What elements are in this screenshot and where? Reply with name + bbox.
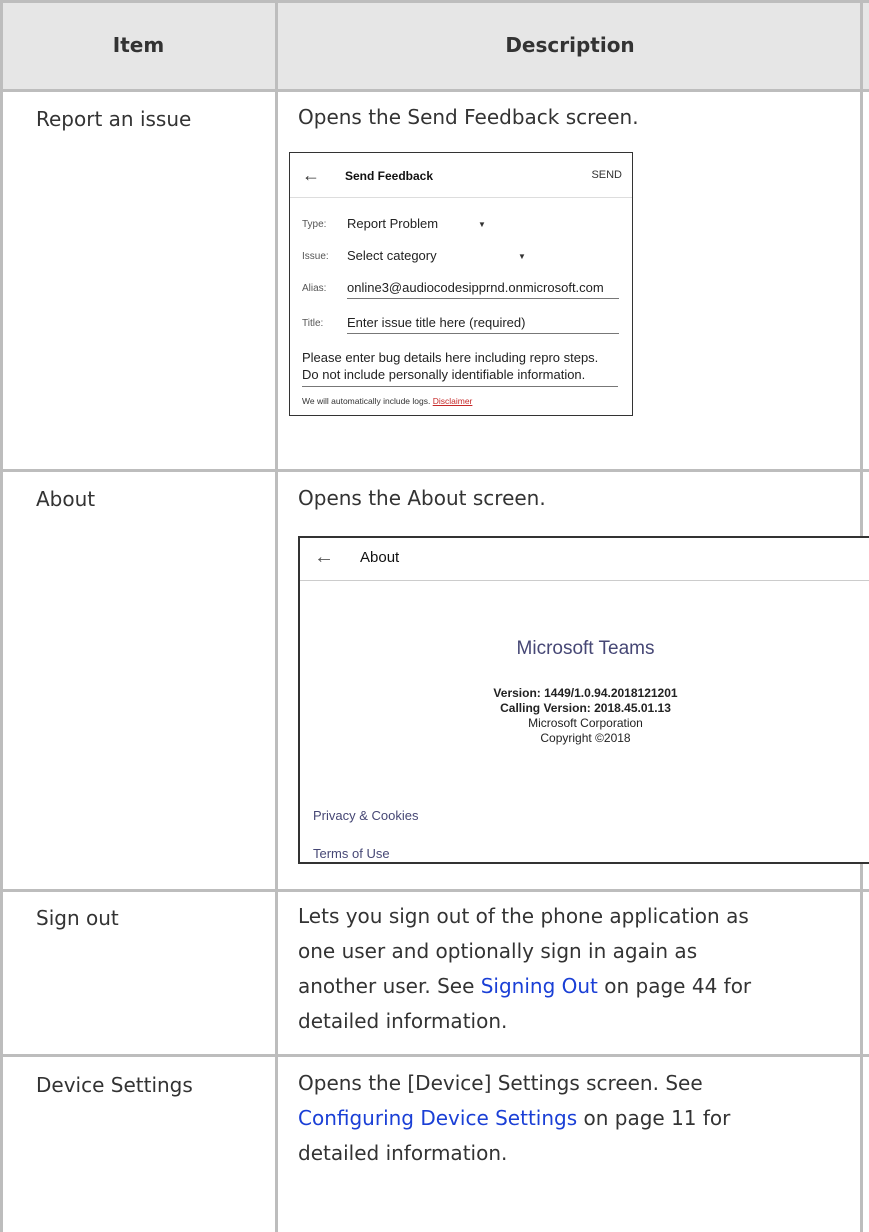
title-placeholder: Enter issue title here (required) <box>347 315 526 330</box>
text-segment: on page 11 for <box>577 1106 731 1130</box>
calling-version: Calling Version: 2018.45.01.13 <box>500 701 671 715</box>
description-line: another user. See Signing Out on page 44… <box>298 969 838 1004</box>
row-divider <box>0 889 869 892</box>
description-line: Opens the [Device] Settings screen. See <box>298 1071 703 1095</box>
text-segment: another user. See <box>298 974 481 998</box>
arrow-left-icon: ← <box>314 546 334 568</box>
version-info: Version: 1449/1.0.94.2018121201 Calling … <box>300 686 869 746</box>
description-sign-out: Lets you sign out of the phone applicati… <box>298 899 838 1039</box>
feedback-title: Send Feedback <box>345 169 434 183</box>
description-device-settings: Opens the [Device] Settings screen. See … <box>298 1066 838 1171</box>
about-screenshot: ← About Microsoft Teams Version: 1449/1.… <box>298 536 869 864</box>
signing-out-link[interactable]: Signing Out <box>481 974 598 998</box>
row-divider <box>0 469 869 472</box>
table-border-left <box>0 0 3 1232</box>
about-title: About <box>360 549 400 566</box>
company: Microsoft Corporation <box>528 716 643 730</box>
settings-table: Item Description Report an issue Opens t… <box>0 0 869 1232</box>
column-divider <box>275 0 278 1232</box>
privacy-link: Privacy & Cookies <box>313 808 419 823</box>
alias-underline <box>347 298 619 299</box>
type-value: Report Problem <box>347 216 439 231</box>
row-divider <box>0 1054 869 1057</box>
chevron-down-icon: ▼ <box>518 252 526 261</box>
about-toolbar: ← About <box>300 538 869 581</box>
send-feedback-screenshot: ← Send Feedback SEND Type: Report Proble… <box>289 152 633 416</box>
description-line: Configuring Device Settings on page 11 f… <box>298 1101 838 1136</box>
details-line: Do not include personally identifiable i… <box>302 367 586 382</box>
item-sign-out: Sign out <box>36 906 119 930</box>
issue-label: Issue: <box>302 251 329 262</box>
configuring-device-settings-link[interactable]: Configuring Device Settings <box>298 1106 577 1130</box>
feedback-toolbar: ← Send Feedback SEND <box>290 153 632 198</box>
item-device-settings: Device Settings <box>36 1073 193 1097</box>
description-line: detailed information. <box>298 1141 508 1165</box>
header-item: Item <box>112 33 165 57</box>
item-report-issue: Report an issue <box>36 107 192 131</box>
description-line: one user and optionally sign in again as <box>298 939 698 963</box>
item-about: About <box>36 487 96 511</box>
issue-value: Select category <box>347 248 437 263</box>
row-divider <box>0 89 869 92</box>
title-underline <box>347 333 619 334</box>
description-line: Lets you sign out of the phone applicati… <box>298 904 749 928</box>
header-description: Description <box>505 33 635 57</box>
chevron-down-icon: ▼ <box>478 220 486 229</box>
alias-label: Alias: <box>302 283 327 294</box>
details-underline <box>302 386 618 387</box>
row-divider <box>0 0 869 3</box>
description-line: detailed information. <box>298 1009 508 1033</box>
text-segment: on page 44 for <box>597 974 752 998</box>
title-label: Title: <box>302 318 324 329</box>
type-label: Type: <box>302 219 327 230</box>
copyright: Copyright ©2018 <box>540 731 631 745</box>
description-about: Opens the About screen. <box>298 486 546 510</box>
disclaimer-link: Disclaimer <box>432 396 473 406</box>
arrow-left-icon: ← <box>302 165 320 185</box>
terms-link: Terms of Use <box>313 846 390 861</box>
footer-text: We will automatically include logs. <box>302 396 433 406</box>
version: Version: 1449/1.0.94.2018121201 <box>493 686 678 700</box>
feedback-footer: We will automatically include logs. Disc… <box>302 396 472 406</box>
alias-value: online3@audiocodesipprnd.onmicrosoft.com <box>347 280 604 295</box>
details-line: Please enter bug details here including … <box>302 350 599 365</box>
details-text: Please enter bug details here including … <box>302 349 598 383</box>
send-button: SEND <box>591 169 622 181</box>
description-report-issue: Opens the Send Feedback screen. <box>298 105 639 129</box>
product-name: Microsoft Teams <box>516 638 655 659</box>
